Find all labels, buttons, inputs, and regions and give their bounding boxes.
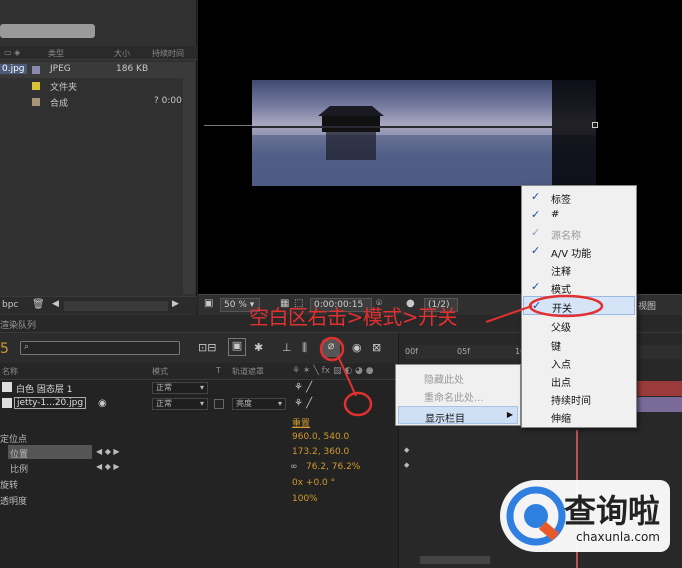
watermark-brand: 查询啦 xyxy=(564,492,661,530)
watermark-url: chaxunla.com xyxy=(576,530,660,544)
annotation-text: 空白区右击>模式>开关 xyxy=(249,305,458,329)
watermark: 查询啦 chaxunla.com xyxy=(500,480,670,552)
watermark-logo xyxy=(506,486,566,546)
